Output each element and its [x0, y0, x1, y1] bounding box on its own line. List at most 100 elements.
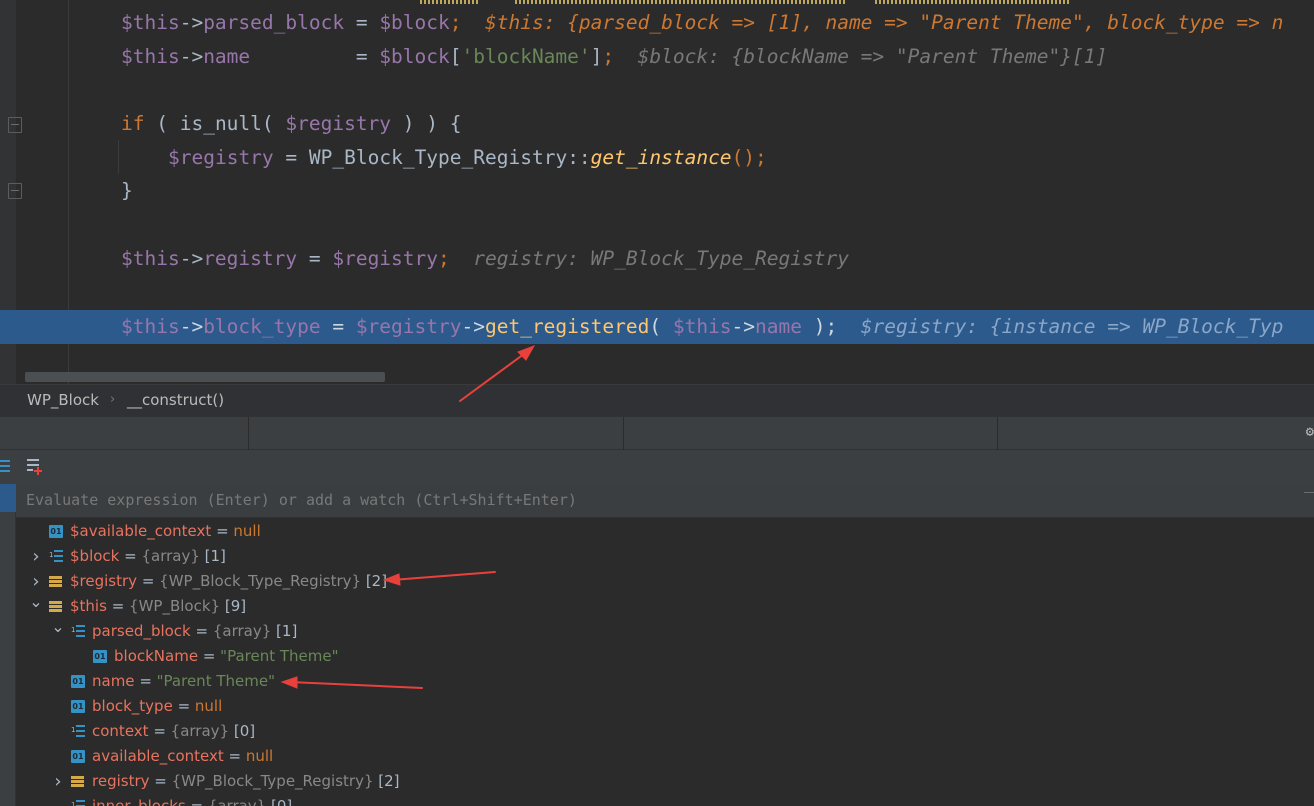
code-token: name [203, 45, 251, 68]
add-watch-icon[interactable] [27, 458, 45, 476]
code-token: ) ) { [391, 112, 462, 135]
expand-chevron-right-icon[interactable]: › [29, 544, 43, 569]
variable-row[interactable]: › $registry = {WP_Block_Type_Registry} [2… [17, 569, 1314, 594]
expand-chevron-right-icon[interactable]: › [51, 769, 65, 794]
variable-name: registry [92, 772, 150, 790]
variable-row[interactable]: 01 available_context = null [17, 744, 1314, 769]
variable-name: parsed_block [92, 622, 191, 640]
variable-count: [2] [361, 572, 388, 590]
warning-squiggle [420, 0, 480, 4]
object-icon [49, 575, 63, 588]
variable-row[interactable]: 01 blockName = "Parent Theme" [17, 644, 1314, 669]
variable-row[interactable]: › $block = {array} [1] [17, 543, 1314, 569]
variable-count: [1] [271, 622, 298, 640]
variable-row[interactable]: ⌄ $this = {WP_Block} [9] [17, 592, 1314, 619]
watch-input-bar[interactable]: Evaluate expression (Enter) or add a wat… [16, 484, 1314, 518]
variable-equals: = [119, 547, 142, 565]
variable-name: blockName [114, 647, 199, 665]
variable-type: {array} [212, 622, 272, 640]
variable-row[interactable]: ⌄ parsed_block = {array} [1] [17, 617, 1314, 644]
code-token: -> [179, 11, 204, 34]
watch-input[interactable]: Evaluate expression (Enter) or add a wat… [26, 491, 577, 509]
code-token: $block [379, 45, 450, 68]
object-icon [71, 775, 85, 788]
variable-equals: = [148, 722, 171, 740]
code-token: ] [590, 45, 603, 68]
code-token: } [121, 179, 133, 202]
variable-row[interactable]: 01 name = "Parent Theme" [17, 669, 1314, 694]
expand-chevron-down-icon[interactable]: ⌄ [51, 614, 65, 639]
variable-type: {array} [207, 797, 267, 806]
primitive-value-icon: 01 [71, 750, 85, 763]
expand-chevron-down-icon[interactable]: ⌄ [29, 589, 43, 614]
code-token: $this [121, 315, 180, 338]
code-token: 'blockName' [461, 45, 591, 68]
code-token: $registry [168, 146, 274, 169]
code-token: $registry [332, 247, 439, 270]
code-token: = [250, 45, 380, 68]
variable-row[interactable]: 01 $available_context = null [17, 519, 1314, 544]
variable-equals: = [211, 522, 234, 540]
variable-equals: = [223, 747, 246, 765]
code-token: $registry [285, 112, 392, 135]
code-line[interactable]: } [0, 174, 1314, 208]
frames-side-strip [0, 484, 16, 806]
code-token: $registry [355, 315, 462, 338]
code-line[interactable]: $this->registry = $registry; registry: W… [0, 242, 1314, 276]
primitive-value-icon: 01 [93, 650, 107, 663]
code-token: ( [261, 112, 286, 135]
variable-count: [0] [229, 722, 256, 740]
breadcrumb-class[interactable]: WP_Block [27, 391, 99, 409]
primitive-value-icon: 01 [49, 525, 63, 538]
variable-row[interactable]: context = {array} [0] [17, 718, 1314, 744]
object-icon [49, 600, 63, 613]
code-token: ; [602, 45, 615, 68]
code-token: [ [449, 45, 462, 68]
variable-equals: = [185, 797, 208, 806]
variable-value: null [245, 747, 274, 765]
inline-value-hint: registry: WP_Block_Type_Registry [473, 247, 849, 270]
tab-divider [997, 417, 998, 450]
variable-name: $this [70, 597, 107, 615]
variable-count: [1] [199, 547, 226, 565]
code-token: = [273, 146, 309, 169]
inline-value-hint: $block: {blockName => "Parent Theme"}[1] [637, 45, 1108, 68]
code-line[interactable]: $this->parsed_block = $block; $this: {pa… [0, 6, 1314, 40]
code-token: $this [121, 247, 180, 270]
collapse-icon[interactable] [1304, 492, 1314, 493]
variable-equals: = [106, 597, 130, 615]
code-token: = [320, 315, 356, 338]
primitive-value-icon: 01 [71, 700, 85, 713]
code-line[interactable]: if ( is_null( $registry ) ) { [0, 107, 1314, 141]
variable-row[interactable]: 01 block_type = null [17, 694, 1314, 719]
variable-name: $registry [70, 572, 138, 590]
layout-list-icon[interactable] [0, 459, 10, 473]
code-token: -> [179, 45, 204, 68]
settings-icon[interactable]: ⚙ [1306, 424, 1314, 440]
current-execution-line[interactable]: $this->block_type = $registry->get_regis… [0, 310, 1314, 344]
code-token: $this [121, 45, 180, 68]
code-token: (); [731, 146, 767, 169]
variable-type: {WP_Block} [129, 597, 221, 615]
array-icon [71, 793, 85, 806]
variable-equals: = [137, 572, 160, 590]
breadcrumb-method[interactable]: __construct() [127, 391, 224, 409]
primitive-value-icon: 01 [71, 675, 85, 688]
code-editor[interactable]: $this->parsed_block = $block; $this: {pa… [0, 0, 1314, 384]
code-token: get_registered [484, 315, 650, 338]
inline-value-hint: $this: {parsed_block => [1], name => "Pa… [485, 11, 1284, 34]
variable-name: inner_blocks [92, 797, 186, 806]
code-line[interactable]: $registry = WP_Block_Type_Registry::get_… [0, 141, 1314, 175]
code-token: WP_Block_Type_Registry [308, 146, 568, 169]
variable-row[interactable]: inner_blocks = {array} [0] [17, 793, 1314, 806]
variable-row[interactable]: › registry = {WP_Block_Type_Registry} [2] [17, 769, 1314, 794]
code-token: = [344, 11, 380, 34]
code-line[interactable]: $this->name = $block['blockName']; $bloc… [0, 40, 1314, 74]
selected-frame-marker[interactable] [0, 484, 16, 512]
horizontal-scrollbar[interactable] [25, 372, 385, 382]
variable-name: name [92, 672, 135, 690]
variable-name: $available_context [70, 522, 212, 540]
variable-value: "Parent Theme" [220, 647, 339, 665]
breadcrumb-separator: › [110, 392, 116, 407]
code-token: get_instance [590, 146, 732, 169]
